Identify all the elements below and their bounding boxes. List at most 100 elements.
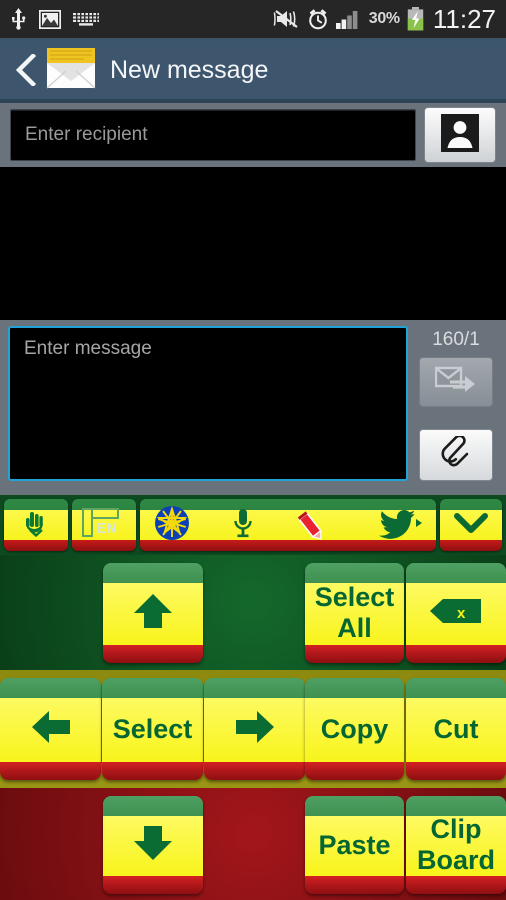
page-title: New message (110, 55, 269, 84)
twitter-bird-icon[interactable] (378, 507, 422, 544)
key-band-red (103, 645, 203, 663)
key-band-green (406, 563, 506, 583)
battery-charging-icon (407, 7, 424, 31)
key-band-red (305, 645, 404, 663)
compose-row: Enter message 160/1 (0, 320, 506, 495)
key-band-red (305, 761, 404, 780)
alarm-icon (307, 8, 329, 30)
recipient-row: Enter recipient (0, 103, 506, 167)
keyboard-row-3: Paste Clip Board (0, 788, 506, 900)
cursor-left-key[interactable] (0, 678, 101, 780)
recipient-placeholder: Enter recipient (25, 124, 148, 145)
envelope-icon (46, 47, 96, 94)
arrow-right-icon (231, 706, 279, 753)
cursor-right-key[interactable] (204, 678, 305, 780)
back-chevron-icon[interactable] (12, 54, 40, 86)
key-label: Paste (318, 829, 391, 860)
language-code-label: EN (96, 520, 117, 537)
battery-percent-label: 30% (368, 10, 400, 27)
image-icon (38, 9, 62, 29)
backspace-key[interactable]: x (406, 563, 506, 663)
keyboard-icon (73, 12, 99, 27)
character-counter: 160/1 (432, 329, 480, 350)
select-key[interactable]: Select (102, 678, 203, 780)
cut-key[interactable]: Cut (406, 678, 506, 780)
clock-label: 11:27 (432, 3, 496, 34)
keyboard-row-1: Select All x (0, 555, 506, 670)
cursor-up-key[interactable] (103, 563, 203, 663)
paste-key[interactable]: Paste (305, 796, 404, 894)
key-label: Select All (315, 582, 395, 644)
language-layout-icon: EN (79, 505, 129, 546)
cursor-down-key[interactable] (103, 796, 203, 894)
key-band-red (0, 761, 101, 780)
key-band-red (440, 539, 502, 551)
phone-screen: 30% 11:27 New message Enter recipient En… (0, 0, 506, 900)
select-all-key[interactable]: Select All (305, 563, 404, 663)
arrow-down-icon (130, 820, 176, 871)
conversation-area (0, 167, 506, 320)
hide-keyboard-key[interactable] (440, 499, 502, 551)
signal-icon (335, 9, 362, 29)
key-label: Cut (433, 713, 479, 744)
contact-person-icon (441, 113, 479, 157)
attach-button[interactable] (419, 429, 493, 481)
contacts-picker-button[interactable] (424, 107, 496, 163)
key-band-red (204, 761, 305, 780)
arrow-left-icon (27, 706, 75, 753)
svg-text:x: x (457, 605, 466, 622)
key-band-red (406, 761, 506, 780)
message-placeholder: Enter message (24, 338, 152, 359)
usb-icon (10, 8, 27, 30)
key-band-green (406, 796, 506, 816)
compose-actions: 160/1 (416, 326, 496, 487)
hand-writing-icon (21, 508, 51, 543)
suggestion-strip[interactable] (140, 499, 436, 551)
keyboard-row-2: Select Copy Cut (0, 670, 506, 788)
key-label-line2: All (337, 613, 372, 643)
pencil-edit-icon[interactable] (296, 505, 336, 546)
key-band-green (305, 796, 404, 816)
key-band-red (305, 876, 404, 894)
key-band-green (305, 563, 404, 583)
keyboard-toolbar: EN (0, 495, 506, 555)
key-band-green (103, 796, 203, 816)
key-label: Select (112, 713, 193, 744)
key-label-line1: Select (314, 582, 395, 612)
key-band-green (406, 678, 506, 699)
key-band-green (204, 678, 305, 699)
clipboard-key[interactable]: Clip Board (406, 796, 506, 894)
key-band-green (440, 499, 502, 511)
key-band-red (406, 645, 506, 663)
chevron-down-icon (454, 511, 488, 540)
recipient-input[interactable]: Enter recipient (10, 109, 416, 161)
key-label-line2: Board (416, 845, 495, 875)
handwriting-key[interactable] (4, 499, 68, 551)
status-bar: 30% 11:27 (0, 0, 506, 38)
mute-vibrate-icon (273, 8, 300, 30)
key-band-green (102, 678, 203, 699)
send-message-icon (434, 365, 477, 400)
arrow-up-icon (130, 588, 176, 639)
status-bar-right-icons: 30% 11:27 (273, 4, 506, 35)
key-band-green (103, 563, 203, 583)
microphone-icon[interactable] (232, 507, 254, 544)
key-band-red (406, 876, 506, 894)
key-label-line1: Clip (430, 814, 482, 844)
action-bar: New message (0, 41, 506, 99)
key-label: Copy (320, 713, 389, 744)
key-band-red (102, 761, 203, 780)
status-bar-left-icons (0, 8, 99, 30)
keyboard: EN Select All x Select Copy Cut Paste Cl… (0, 495, 506, 900)
key-label: Clip Board (417, 814, 495, 876)
backspace-icon: x (428, 596, 484, 631)
paperclip-icon (441, 434, 471, 475)
ethiopia-star-icon[interactable] (154, 505, 190, 546)
key-band-green (0, 678, 101, 699)
send-button[interactable] (419, 357, 493, 407)
key-band-red (103, 876, 203, 894)
language-key[interactable]: EN (72, 499, 136, 551)
key-band-green (305, 678, 404, 699)
copy-key[interactable]: Copy (305, 678, 404, 780)
message-input[interactable]: Enter message (8, 326, 408, 481)
